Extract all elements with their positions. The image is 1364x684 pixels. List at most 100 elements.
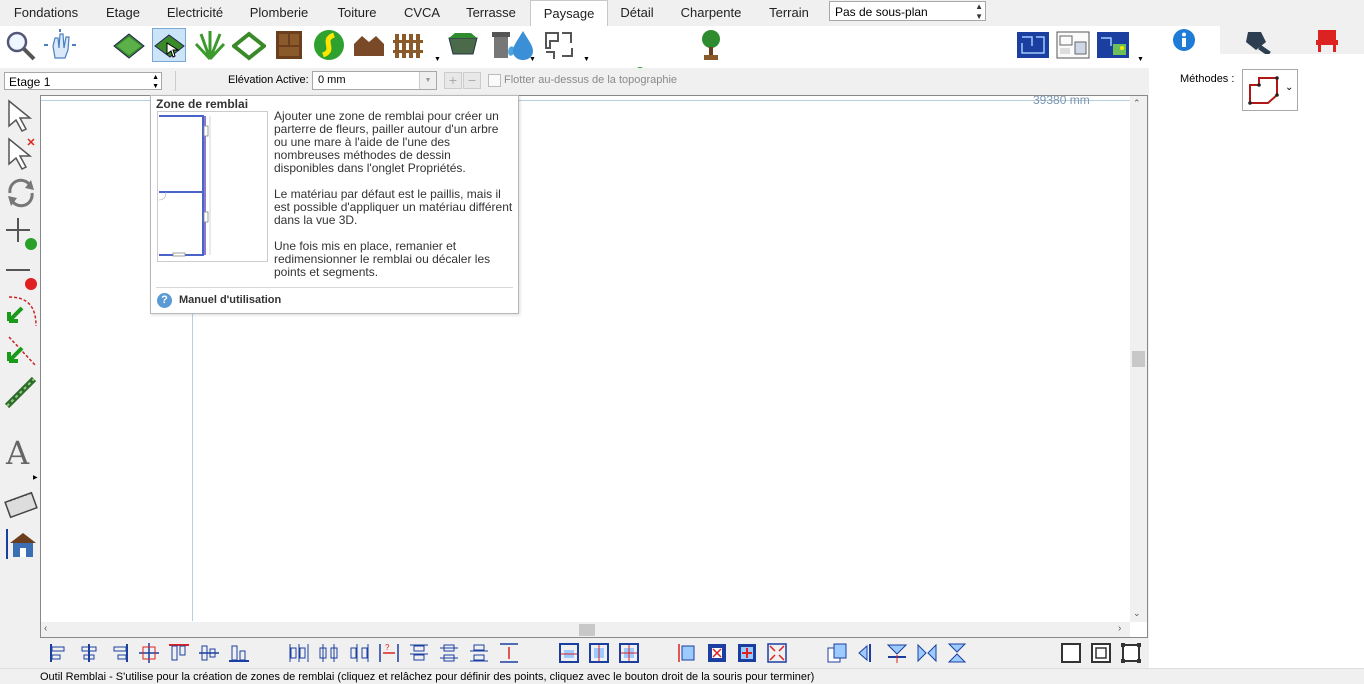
water-dropdown-arrow-icon[interactable]: ▼ bbox=[529, 56, 536, 63]
tab-cvca[interactable]: CVCA bbox=[396, 0, 448, 26]
elevation-input[interactable]: 0 mm ▼ bbox=[312, 71, 437, 90]
curve-arc-icon[interactable] bbox=[4, 294, 38, 328]
shed-icon[interactable] bbox=[352, 28, 386, 62]
tab-style[interactable] bbox=[1221, 26, 1292, 56]
tab-paysage[interactable]: Paysage bbox=[530, 0, 608, 27]
distribute-left-icon[interactable] bbox=[288, 642, 310, 664]
select-arrow-icon[interactable] bbox=[4, 98, 38, 132]
align-left-icon[interactable] bbox=[48, 642, 70, 664]
distribute-center-icon[interactable] bbox=[318, 642, 340, 664]
center-v-in-room-icon[interactable] bbox=[588, 642, 610, 664]
text-tool-dropdown-icon[interactable]: ▶ bbox=[33, 474, 38, 481]
distribute-right-icon[interactable] bbox=[348, 642, 370, 664]
equal-spacing-v-icon[interactable] bbox=[498, 642, 520, 664]
horizontal-scrollbar[interactable]: ‹ › bbox=[41, 622, 1130, 637]
image-view-icon[interactable] bbox=[1096, 28, 1130, 62]
reflect-h-icon[interactable] bbox=[856, 642, 878, 664]
border-icon[interactable] bbox=[230, 28, 268, 62]
align-right-icon[interactable] bbox=[108, 642, 130, 664]
camera-film-icon[interactable] bbox=[4, 487, 38, 521]
tab-terrain[interactable]: Terrain bbox=[759, 0, 819, 26]
elevation-plus-button[interactable]: + bbox=[444, 72, 462, 89]
align-center-h-icon[interactable] bbox=[78, 642, 100, 664]
align-center-both-icon[interactable] bbox=[138, 642, 160, 664]
stretch-v-icon[interactable] bbox=[676, 642, 698, 664]
copy-paste-icon[interactable] bbox=[826, 642, 848, 664]
contract-icon[interactable] bbox=[766, 642, 788, 664]
chain-path-icon[interactable] bbox=[4, 376, 38, 410]
align-toolbar: ? bbox=[40, 638, 1149, 668]
equal-spacing-h-icon[interactable]: ? bbox=[378, 642, 400, 664]
scroll-up-icon[interactable]: ⌃ bbox=[1133, 98, 1141, 109]
user-manual-link[interactable]: Manuel d'utilisation bbox=[179, 294, 281, 306]
status-bar: Outil Remblai - S'utilise pour la créati… bbox=[0, 668, 1364, 684]
floor-spinner-icon: ▲ ▼ bbox=[152, 74, 159, 90]
tab-plomberie[interactable]: Plomberie bbox=[241, 0, 317, 26]
rotate-icon[interactable] bbox=[4, 176, 38, 210]
grass-icon[interactable] bbox=[193, 28, 227, 62]
tab-furniture[interactable] bbox=[1292, 26, 1363, 54]
elevation-dropdown-icon[interactable]: ▼ bbox=[419, 72, 436, 89]
nested-frame-icon[interactable] bbox=[1090, 642, 1112, 664]
tab-terrasse[interactable]: Terrasse bbox=[456, 0, 526, 26]
tab-charpente[interactable]: Charpente bbox=[672, 0, 750, 26]
vertical-scroll-thumb[interactable] bbox=[1132, 351, 1145, 367]
reflect-v-icon[interactable] bbox=[946, 642, 968, 664]
path-icon[interactable] bbox=[312, 28, 346, 62]
help-icon[interactable]: ? bbox=[157, 293, 172, 308]
floor-select[interactable]: Etage 1 ▲ ▼ bbox=[4, 72, 162, 90]
distribute-middle-icon[interactable] bbox=[438, 642, 460, 664]
svg-text:A: A bbox=[5, 434, 30, 468]
break-line-icon[interactable] bbox=[4, 334, 38, 368]
shape-tool-icon[interactable] bbox=[542, 28, 576, 62]
tab-info[interactable] bbox=[1149, 26, 1220, 54]
cabinet-icon[interactable] bbox=[272, 28, 306, 62]
distribute-top-icon[interactable] bbox=[408, 642, 430, 664]
scroll-left-icon[interactable]: ‹ bbox=[44, 623, 47, 634]
layout-view-icon[interactable] bbox=[1056, 28, 1090, 62]
center-h-in-room-icon[interactable] bbox=[558, 642, 580, 664]
remove-point-icon[interactable] bbox=[4, 256, 38, 290]
shape-dropdown-arrow-icon[interactable]: ▼ bbox=[583, 56, 590, 63]
view-dropdown-arrow-icon[interactable]: ▼ bbox=[1137, 56, 1144, 63]
scroll-right-icon[interactable]: › bbox=[1118, 623, 1121, 634]
horizontal-scroll-thumb[interactable] bbox=[579, 624, 595, 636]
plan-view-icon[interactable] bbox=[1016, 28, 1050, 62]
subplan-select[interactable]: Pas de sous-plan ▲ ▼ bbox=[829, 1, 986, 21]
zoom-icon[interactable] bbox=[3, 28, 37, 62]
reflect-both-icon[interactable] bbox=[916, 642, 938, 664]
align-bottom-icon[interactable] bbox=[228, 642, 250, 664]
float-checkbox[interactable] bbox=[488, 74, 501, 87]
tab-electricite[interactable]: Electricité bbox=[159, 0, 231, 26]
methods-dropdown[interactable]: ⌄ bbox=[1242, 69, 1298, 111]
fill-zone-icon[interactable] bbox=[152, 28, 186, 62]
multi-select-arrow-icon[interactable] bbox=[4, 136, 38, 170]
tab-toiture[interactable]: Toiture bbox=[327, 0, 387, 26]
tooltip-paragraph: Ajouter une zone de remblai pour créer u… bbox=[274, 109, 499, 175]
shrink-to-fit-icon[interactable] bbox=[706, 642, 728, 664]
fence-dropdown-arrow-icon[interactable]: ▼ bbox=[434, 56, 441, 63]
expand-to-fit-icon[interactable] bbox=[736, 642, 758, 664]
house-view-icon[interactable] bbox=[4, 527, 38, 561]
corner-frame-icon[interactable] bbox=[1120, 642, 1142, 664]
tab-etage[interactable]: Etage bbox=[95, 0, 151, 26]
center-both-in-room-icon[interactable] bbox=[618, 642, 640, 664]
scroll-down-icon[interactable]: ⌄ bbox=[1133, 608, 1141, 619]
planter-icon[interactable] bbox=[446, 28, 480, 62]
lawn-icon[interactable] bbox=[112, 28, 146, 62]
align-top-icon[interactable] bbox=[168, 642, 190, 664]
tree-icon[interactable] bbox=[694, 28, 728, 62]
reflect-up-icon[interactable] bbox=[886, 642, 908, 664]
tab-detail[interactable]: Détail bbox=[611, 0, 663, 26]
add-point-icon[interactable] bbox=[4, 216, 38, 250]
align-middle-v-icon[interactable] bbox=[198, 642, 220, 664]
pan-hand-icon[interactable] bbox=[43, 28, 77, 62]
tab-fondations[interactable]: Fondations bbox=[5, 0, 87, 26]
fence-icon[interactable] bbox=[392, 28, 426, 62]
text-tool-icon[interactable]: A bbox=[4, 434, 38, 472]
pen-nib-icon bbox=[1246, 32, 1271, 56]
distribute-bottom-icon[interactable] bbox=[468, 642, 490, 664]
select-frame-icon[interactable] bbox=[1060, 642, 1082, 664]
vertical-scrollbar[interactable]: ⌃ ⌄ bbox=[1130, 96, 1147, 622]
elevation-minus-button[interactable]: − bbox=[463, 72, 481, 89]
